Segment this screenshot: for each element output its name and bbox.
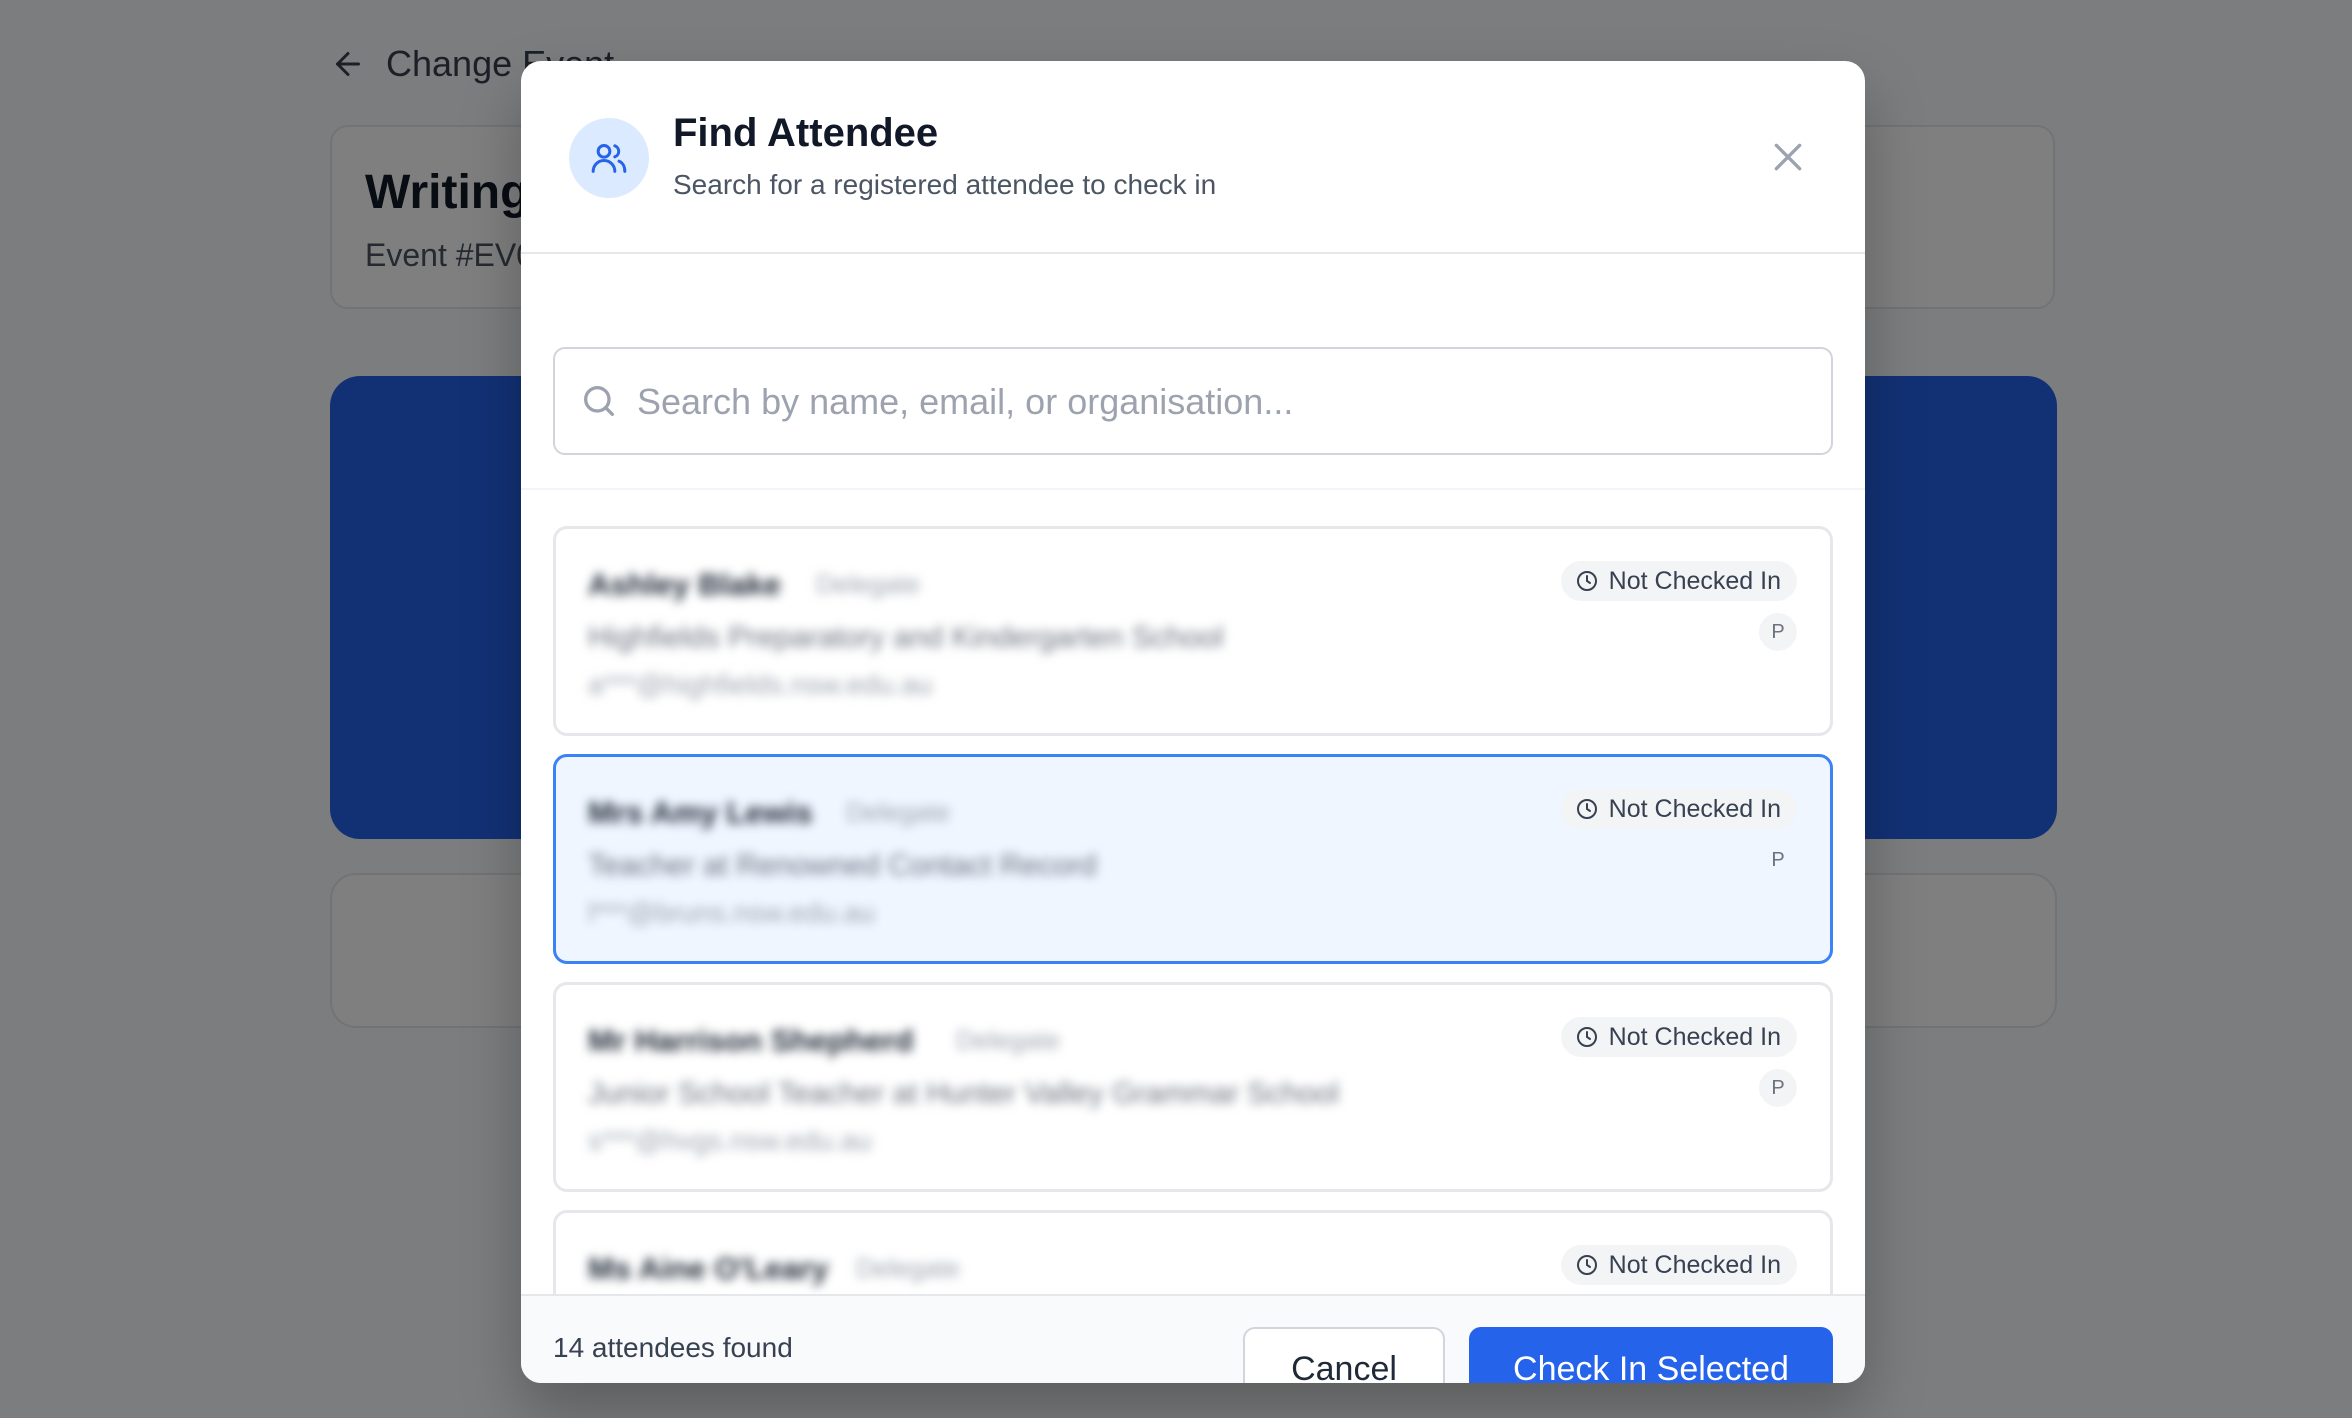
status-badge: Not Checked In <box>1560 1245 1797 1285</box>
status-label: Not Checked In <box>1608 566 1781 595</box>
attendee-email: l***@bruns.nsw.edu.au <box>588 897 875 928</box>
check-in-selected-button[interactable]: Check In Selected <box>1469 1327 1833 1383</box>
search-input[interactable] <box>635 349 1811 455</box>
modal-header: Find Attendee Search for a registered at… <box>521 61 1865 254</box>
search-area <box>521 254 1865 490</box>
attendee-name: Mr Harrison Shepherd <box>588 1023 914 1058</box>
attendee-count: 14 attendees found <box>553 1332 793 1363</box>
attendee-organisation: Teacher at Renowned Contact Record <box>588 849 1097 882</box>
close-icon <box>1774 143 1802 171</box>
status-label: Not Checked In <box>1608 794 1781 823</box>
attendee-type: Delegate <box>846 797 951 827</box>
modal-subtitle: Search for a registered attendee to chec… <box>673 169 1217 200</box>
attendee-name: Ms Aine O'Leary <box>588 1251 829 1286</box>
search-box[interactable] <box>553 347 1833 455</box>
attendee-type: Delegate <box>956 1025 1061 1055</box>
clock-icon <box>1576 571 1597 591</box>
modal-footer: 14 attendees found Cancel Check In Selec… <box>521 1294 1865 1383</box>
clock-icon <box>1576 799 1597 819</box>
status-label: Not Checked In <box>1608 1250 1781 1279</box>
search-icon <box>584 386 614 416</box>
attendee-tag: P <box>1771 848 1785 871</box>
attendee-card[interactable]: Ashley Blake Delegate Highfields Prepara… <box>553 526 1833 736</box>
status-badge: Not Checked In <box>1560 789 1797 829</box>
attendee-tag: P <box>1759 1069 1797 1107</box>
attendee-organisation: Highfields Preparatory and Kindergarten … <box>588 621 1224 654</box>
attendee-card[interactable]: Ms Aine O'Leary Delegate Not Checked In … <box>553 1210 1833 1294</box>
find-attendee-modal: Find Attendee Search for a registered at… <box>521 61 1865 1383</box>
status-badge: Not Checked In <box>1560 1017 1797 1057</box>
attendee-organisation: Junior School Teacher at Hunter Valley G… <box>588 1077 1339 1110</box>
attendee-type: Delegate <box>856 1253 961 1283</box>
attendee-card[interactable]: Mr Harrison Shepherd Delegate Junior Sch… <box>553 982 1833 1192</box>
clock-icon <box>1576 1027 1597 1047</box>
attendee-email: a***@highfields.nsw.edu.au <box>588 669 933 700</box>
attendee-tag: P <box>1759 613 1797 651</box>
attendee-name: Ashley Blake <box>588 567 781 602</box>
attendee-list[interactable]: Ashley Blake Delegate Highfields Prepara… <box>521 492 1865 1294</box>
modal-title: Find Attendee <box>673 111 939 155</box>
status-badge: Not Checked In <box>1560 561 1797 601</box>
attendee-name: Mrs Amy Lewis <box>588 795 813 830</box>
users-icon <box>569 118 649 198</box>
attendee-email: s***@hvgs.nsw.edu.au <box>588 1125 872 1156</box>
attendee-type: Delegate <box>816 569 921 599</box>
clock-icon <box>1576 1255 1597 1275</box>
status-label: Not Checked In <box>1608 1022 1781 1051</box>
attendee-card-selected[interactable]: Mrs Amy Lewis Delegate Teacher at Renown… <box>553 754 1833 964</box>
cancel-button[interactable]: Cancel <box>1243 1327 1445 1383</box>
close-button[interactable] <box>1766 135 1810 179</box>
